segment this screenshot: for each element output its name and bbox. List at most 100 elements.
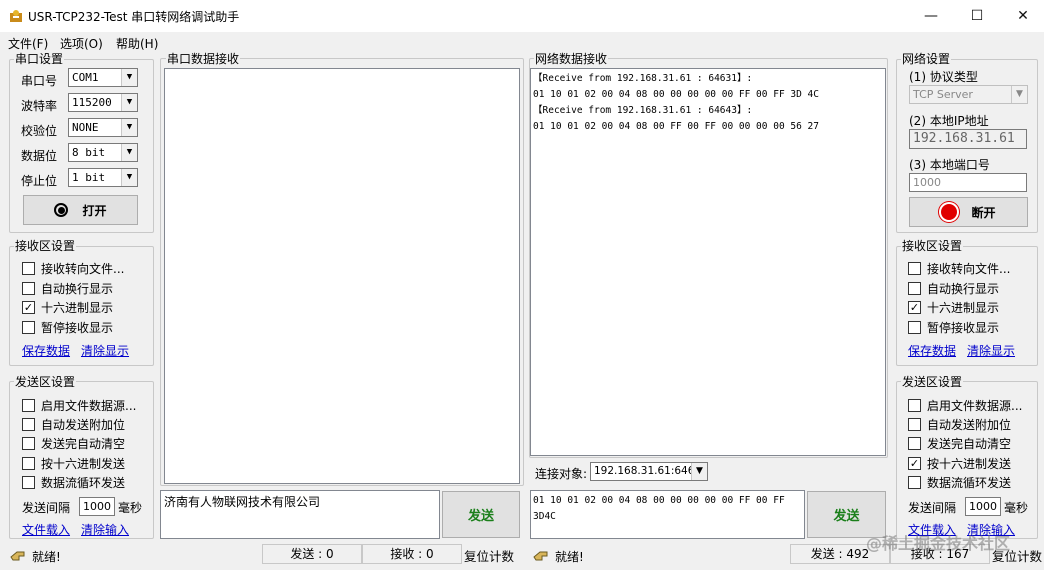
connect-target-select[interactable]: 192.168.31.61:6463 ▼ (590, 462, 708, 481)
checkbox-label: 接收转向文件... (41, 262, 125, 276)
checkbox-label: 发送完自动清空 (41, 437, 126, 451)
disconnect-button[interactable]: 断开 (909, 197, 1028, 227)
local-ip-label: (2) 本地IP地址 (909, 114, 989, 128)
left-file-load-link[interactable]: 文件载入 (22, 521, 70, 538)
maximize-button[interactable]: ☐ (954, 0, 1000, 32)
parity-select[interactable]: NONE ▼ (68, 118, 138, 137)
menu-options[interactable]: 选项(O) (60, 35, 103, 52)
checkbox-box (908, 476, 921, 489)
left-pause-display-checkbox[interactable]: 暂停接收显示 (22, 319, 113, 336)
local-ip-field[interactable]: 192.168.31.61 (909, 129, 1027, 149)
left-reset-count-button[interactable]: 复位计数 (464, 546, 514, 565)
connect-target-value: 192.168.31.61:6463 (594, 465, 702, 477)
checkbox-label: 自动发送附加位 (927, 418, 1012, 432)
parity-value: NONE (72, 121, 99, 134)
left-hex-display-checkbox[interactable]: ✓ 十六进制显示 (22, 299, 113, 316)
left-recv-settings-title: 接收区设置 (14, 239, 77, 253)
local-port-field[interactable]: 1000 (909, 173, 1027, 192)
right-status-ready: 就绪! (555, 550, 584, 564)
right-clear-display-link[interactable]: 清除显示 (967, 342, 1015, 359)
left-recv-to-file-checkbox[interactable]: 接收转向文件... (22, 260, 124, 277)
check-icon: ✓ (22, 301, 35, 314)
left-clear-display-link[interactable]: 清除显示 (81, 342, 129, 359)
left-auto-wrap-checkbox[interactable]: 自动换行显示 (22, 280, 113, 297)
left-send-settings-title: 发送区设置 (14, 375, 77, 389)
right-hex-display-checkbox[interactable]: ✓ 十六进制显示 (908, 299, 999, 316)
right-interval-unit: 毫秒 (1004, 501, 1029, 515)
net-recv-line: 01 10 01 02 00 04 08 00 00 00 00 00 FF 0… (533, 89, 819, 100)
right-hex-send-checkbox[interactable]: ✓ 按十六进制发送 (908, 455, 1011, 472)
left-clear-input-link[interactable]: 清除输入 (81, 521, 129, 538)
left-save-data-link[interactable]: 保存数据 (22, 342, 70, 359)
right-loop-send-checkbox[interactable]: 数据流循环发送 (908, 474, 1011, 491)
checkbox-box (22, 476, 35, 489)
open-port-button[interactable]: 打开 (23, 195, 138, 225)
chevron-down-icon: ▼ (1011, 86, 1027, 103)
left-interval-input[interactable]: 1000 (79, 497, 115, 516)
right-file-source-checkbox[interactable]: 启用文件数据源... (908, 397, 1022, 414)
chevron-down-icon: ▼ (691, 463, 707, 480)
checkbox-label: 十六进制显示 (927, 301, 1000, 315)
stopbits-label: 停止位 (21, 174, 58, 188)
left-recv-count: 接收 : 0 (362, 544, 462, 564)
protocol-select[interactable]: TCP Server ▼ (909, 85, 1028, 104)
baud-select[interactable]: 115200 ▼ (68, 93, 138, 112)
checkbox-label: 启用文件数据源... (41, 399, 137, 413)
checkbox-box (22, 282, 35, 295)
right-interval-label: 发送间隔 (908, 501, 957, 515)
right-pause-display-checkbox[interactable]: 暂停接收显示 (908, 319, 999, 336)
local-port-label: (3) 本地端口号 (909, 158, 990, 172)
left-loop-send-checkbox[interactable]: 数据流循环发送 (22, 474, 125, 491)
left-hex-send-checkbox[interactable]: 按十六进制发送 (22, 455, 125, 472)
checkbox-box (22, 437, 35, 450)
databits-label: 数据位 (21, 149, 58, 163)
checkbox-label: 暂停接收显示 (41, 321, 114, 335)
right-save-data-link[interactable]: 保存数据 (908, 342, 956, 359)
stopbits-value: 1 bit (72, 171, 106, 184)
net-recv-title: 网络数据接收 (534, 52, 609, 66)
right-auto-wrap-checkbox[interactable]: 自动换行显示 (908, 280, 999, 297)
checkbox-label: 数据流循环发送 (927, 476, 1012, 490)
net-send-line: 3D4C (533, 511, 556, 522)
left-auto-append-checkbox[interactable]: 自动发送附加位 (22, 416, 125, 433)
left-auto-clear-checkbox[interactable]: 发送完自动清空 (22, 435, 125, 452)
menu-file[interactable]: 文件(F) (8, 35, 48, 52)
checkbox-box (908, 418, 921, 431)
menu-help[interactable]: 帮助(H) (116, 35, 158, 52)
right-auto-clear-checkbox[interactable]: 发送完自动清空 (908, 435, 1011, 452)
checkbox-box (908, 282, 921, 295)
serial-send-textarea[interactable]: 济南有人物联网技术有限公司 (160, 490, 440, 539)
checkbox-label: 数据流循环发送 (41, 476, 126, 490)
checkbox-box (22, 321, 35, 334)
right-interval-input[interactable]: 1000 (965, 497, 1001, 516)
window-title: USR-TCP232-Test 串口转网络调试助手 (28, 10, 240, 24)
close-button[interactable]: ✕ (1000, 0, 1044, 32)
left-file-source-checkbox[interactable]: 启用文件数据源... (22, 397, 136, 414)
net-send-textarea[interactable]: 01 10 01 02 00 04 08 00 00 00 00 00 FF 0… (530, 490, 805, 539)
minimize-button[interactable]: — (908, 0, 954, 32)
stopbits-select[interactable]: 1 bit ▼ (68, 168, 138, 187)
connect-target-label: 连接对象: (535, 467, 588, 481)
baud-value: 115200 (72, 96, 112, 109)
databits-select[interactable]: 8 bit ▼ (68, 143, 138, 162)
checkbox-box (22, 399, 35, 412)
check-icon: ✓ (908, 301, 921, 314)
checkbox-label: 十六进制显示 (41, 301, 114, 315)
disconnect-label: 断开 (971, 205, 996, 220)
checkbox-box (22, 457, 35, 470)
left-sent-count: 发送 : 0 (262, 544, 362, 564)
right-recv-to-file-checkbox[interactable]: 接收转向文件... (908, 260, 1010, 277)
net-recv-textarea[interactable]: 【Receive from 192.168.31.61 : 64631】: 01… (530, 68, 886, 456)
net-recv-line: 【Receive from 192.168.31.61 : 64643】: (533, 105, 753, 116)
checkbox-box (22, 262, 35, 275)
checkbox-box (908, 321, 921, 334)
serial-recv-textarea[interactable] (164, 68, 520, 484)
port-value: COM1 (72, 71, 99, 84)
port-select[interactable]: COM1 ▼ (68, 68, 138, 87)
right-auto-append-checkbox[interactable]: 自动发送附加位 (908, 416, 1011, 433)
open-port-label: 打开 (82, 203, 107, 218)
app-icon (8, 9, 24, 23)
checkbox-box (908, 399, 921, 412)
checkbox-label: 发送完自动清空 (927, 437, 1012, 451)
serial-send-button[interactable]: 发送 (442, 491, 520, 538)
